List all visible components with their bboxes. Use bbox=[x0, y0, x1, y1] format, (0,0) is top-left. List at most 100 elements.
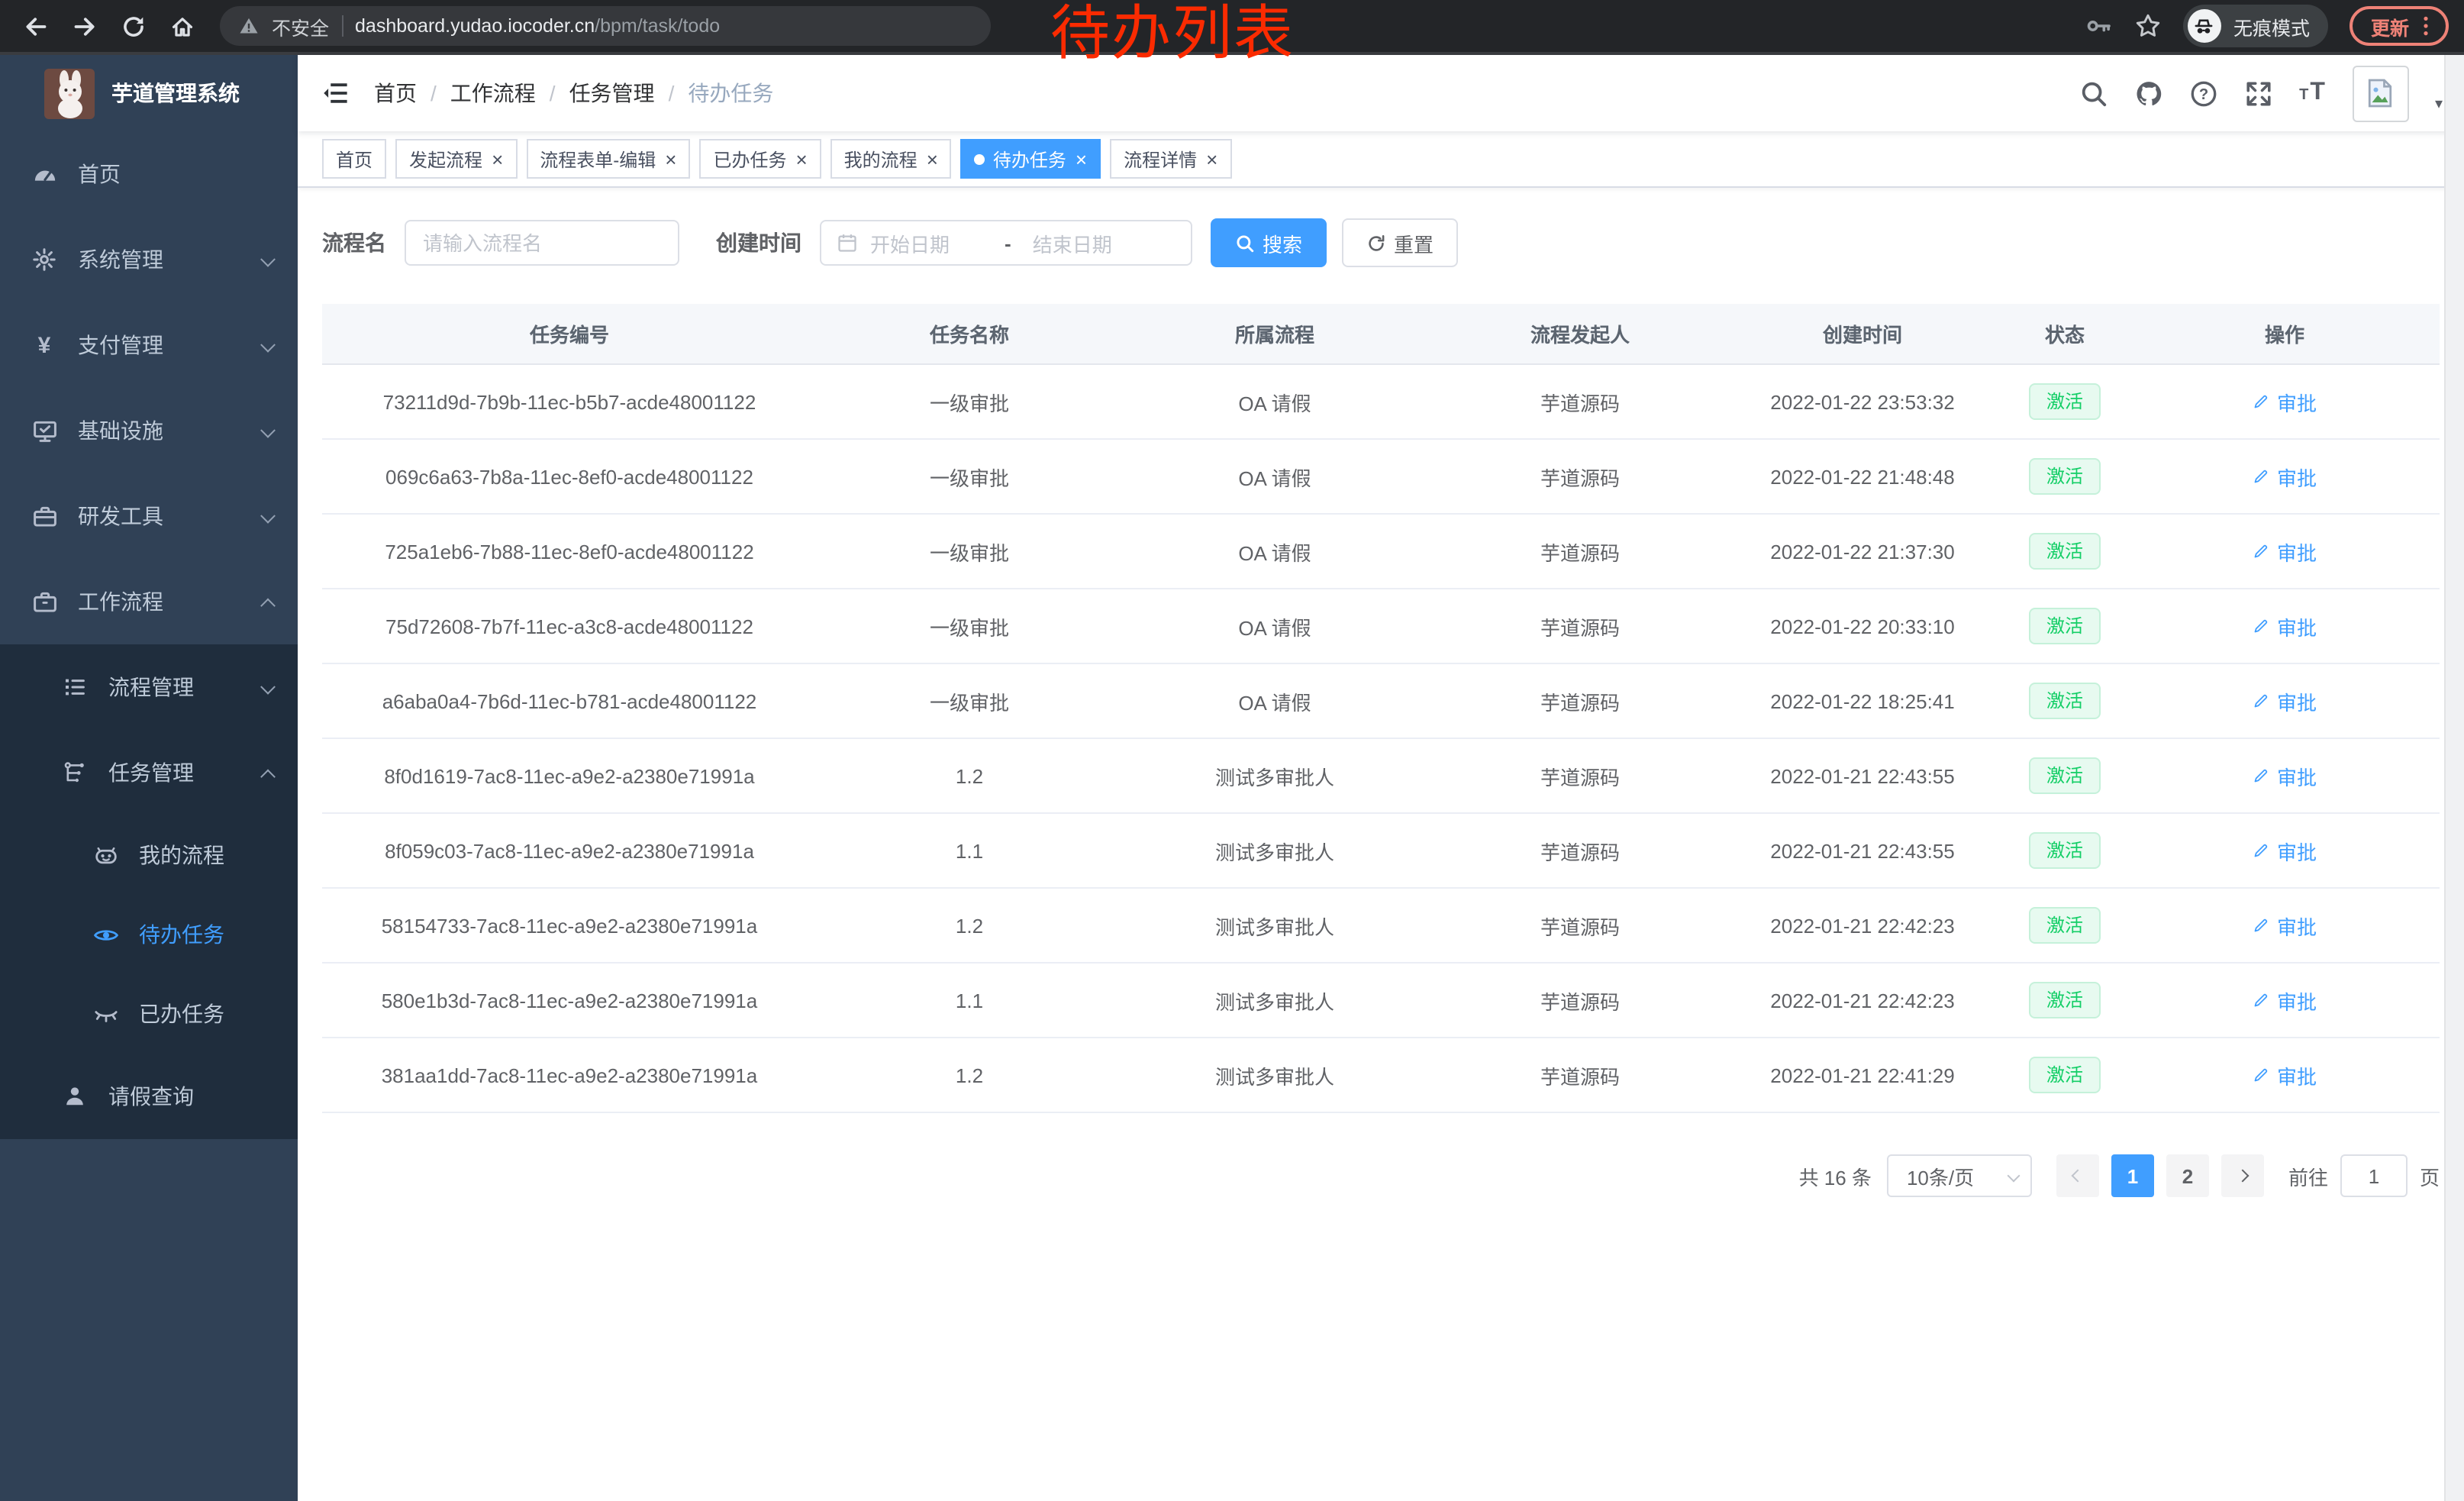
dashboard-gauge-icon bbox=[31, 161, 58, 187]
breadcrumb-item[interactable]: 工作流程 bbox=[450, 78, 536, 108]
sidebar-item-label: 研发工具 bbox=[78, 501, 163, 531]
approve-link[interactable]: 审批 bbox=[2253, 1060, 2317, 1089]
broken-image-icon bbox=[2364, 76, 2398, 110]
close-icon[interactable]: × bbox=[492, 149, 503, 169]
approve-link[interactable]: 审批 bbox=[2253, 761, 2317, 790]
search-icon[interactable] bbox=[2079, 79, 2108, 108]
github-icon[interactable] bbox=[2134, 79, 2163, 108]
back-icon bbox=[22, 13, 48, 39]
cell-action: 审批 bbox=[2137, 911, 2432, 940]
col-created: 创建时间 bbox=[1733, 319, 1992, 348]
edit-pencil-icon bbox=[2253, 467, 2271, 486]
cell-task-id: a6aba0a4-7b6d-11ec-b781-acde48001122 bbox=[322, 689, 817, 712]
close-icon[interactable]: × bbox=[1206, 149, 1217, 169]
search-button[interactable]: 搜索 bbox=[1211, 218, 1327, 267]
range-separator: - bbox=[1005, 231, 1011, 254]
approve-link[interactable]: 审批 bbox=[2253, 986, 2317, 1015]
close-icon[interactable]: × bbox=[665, 149, 676, 169]
address-bar[interactable]: 不安全 dashboard.yudao.iocoder.cn/bpm/task/… bbox=[220, 6, 991, 46]
edit-pencil-icon bbox=[2253, 1066, 2271, 1084]
sidebar-item-todo-tasks[interactable]: 待办任务 bbox=[0, 895, 298, 974]
browser-forward-button[interactable] bbox=[64, 6, 104, 46]
cell-action: 审批 bbox=[2137, 986, 2432, 1015]
sidebar-item-task-management[interactable]: 任务管理 bbox=[0, 730, 298, 815]
bookmark-star-icon[interactable] bbox=[2134, 12, 2162, 40]
url-host: dashboard.yudao.iocoder.cn bbox=[355, 15, 595, 37]
cell-task-name: 1.1 bbox=[817, 989, 1122, 1012]
cell-status: 激活 bbox=[1992, 1057, 2137, 1093]
start-date-placeholder: 开始日期 bbox=[870, 228, 983, 257]
browser-reload-button[interactable] bbox=[113, 6, 153, 46]
text-size-icon[interactable]: TT bbox=[2299, 79, 2327, 107]
breadcrumb-item[interactable]: 任务管理 bbox=[569, 78, 655, 108]
cell-task-id: 73211d9d-7b9b-11ec-b5b7-acde48001122 bbox=[322, 390, 817, 413]
sidebar-item-leave-query[interactable]: 请假查询 bbox=[0, 1054, 298, 1139]
sidebar-item-label: 已办任务 bbox=[139, 999, 224, 1029]
browser-update-button[interactable]: 更新 bbox=[2350, 6, 2449, 46]
cell-created: 2022-01-22 20:33:10 bbox=[1733, 615, 1992, 638]
tab-my-process[interactable]: 我的流程× bbox=[830, 139, 952, 179]
sidebar-item-system[interactable]: 系统管理 bbox=[0, 217, 298, 302]
tab-start-process[interactable]: 发起流程× bbox=[395, 139, 517, 179]
cell-task-name: 1.2 bbox=[817, 764, 1122, 787]
browser-back-button[interactable] bbox=[15, 6, 55, 46]
page-size-select[interactable]: 10条/页 bbox=[1887, 1154, 2032, 1197]
svg-text:?: ? bbox=[2199, 86, 2208, 102]
tab-done-tasks[interactable]: 已办任务× bbox=[699, 139, 821, 179]
next-page-button[interactable] bbox=[2221, 1154, 2264, 1197]
avatar-caret-icon[interactable]: ▾ bbox=[2435, 95, 2443, 112]
approve-link[interactable]: 审批 bbox=[2253, 387, 2317, 416]
approve-link[interactable]: 审批 bbox=[2253, 462, 2317, 491]
password-key-icon[interactable] bbox=[2085, 12, 2113, 40]
date-range-picker[interactable]: 开始日期 - 结束日期 bbox=[820, 220, 1192, 266]
breadcrumb-separator: / bbox=[431, 81, 437, 105]
sidebar-item-devtools[interactable]: 研发工具 bbox=[0, 473, 298, 559]
approve-link[interactable]: 审批 bbox=[2253, 836, 2317, 865]
table-row: 069c6a63-7b8a-11ec-8ef0-acde48001122 一级审… bbox=[322, 440, 2440, 515]
sidebar-item-process-management[interactable]: 流程管理 bbox=[0, 644, 298, 730]
cell-status: 激活 bbox=[1992, 608, 2137, 644]
hamburger-fold-icon bbox=[322, 79, 350, 107]
browser-home-button[interactable] bbox=[162, 6, 202, 46]
sidebar-item-workflow[interactable]: 工作流程 bbox=[0, 559, 298, 644]
help-icon[interactable]: ? bbox=[2189, 79, 2218, 108]
sidebar-item-payment[interactable]: ¥ 支付管理 bbox=[0, 302, 298, 388]
approve-link[interactable]: 审批 bbox=[2253, 686, 2317, 715]
table-body: 73211d9d-7b9b-11ec-b5b7-acde48001122 一级审… bbox=[322, 365, 2440, 1113]
sidebar-logo-row[interactable]: 芋道管理系统 bbox=[0, 55, 298, 131]
browser-menu-dots-icon[interactable] bbox=[2414, 14, 2438, 38]
process-name-input[interactable] bbox=[405, 220, 679, 266]
goto-page: 前往 页 bbox=[2288, 1154, 2440, 1197]
goto-page-input[interactable] bbox=[2340, 1154, 2408, 1197]
reset-button[interactable]: 重置 bbox=[1342, 218, 1458, 267]
page-button-2[interactable]: 2 bbox=[2166, 1154, 2209, 1197]
tab-form-edit[interactable]: 流程表单-编辑× bbox=[526, 139, 690, 179]
sidebar-item-home[interactable]: 首页 bbox=[0, 131, 298, 217]
breadcrumb-item[interactable]: 首页 bbox=[374, 78, 417, 108]
page-button-1[interactable]: 1 bbox=[2111, 1154, 2154, 1197]
approve-link[interactable]: 审批 bbox=[2253, 537, 2317, 566]
main-area: 首页 / 工作流程 / 任务管理 / 待办任务 ? bbox=[298, 55, 2464, 1501]
pager: 1 2 bbox=[2056, 1154, 2264, 1197]
fullscreen-icon[interactable] bbox=[2244, 79, 2273, 108]
incognito-badge[interactable]: 无痕模式 bbox=[2183, 5, 2328, 47]
window-scrollbar[interactable] bbox=[2444, 55, 2464, 1501]
close-icon[interactable]: × bbox=[1076, 149, 1087, 169]
sidebar-item-my-process[interactable]: 我的流程 bbox=[0, 815, 298, 895]
tab-todo-tasks[interactable]: 待办任务× bbox=[961, 139, 1101, 179]
sidebar-item-done-tasks[interactable]: 已办任务 bbox=[0, 974, 298, 1054]
sidebar-item-infrastructure[interactable]: 基础设施 bbox=[0, 388, 298, 473]
avatar[interactable] bbox=[2353, 65, 2409, 121]
tab-process-detail[interactable]: 流程详情× bbox=[1110, 139, 1231, 179]
approve-link[interactable]: 审批 bbox=[2253, 612, 2317, 641]
sidebar-item-label: 任务管理 bbox=[108, 757, 194, 788]
chevron-down-icon bbox=[2007, 1170, 2020, 1183]
close-icon[interactable]: × bbox=[795, 149, 807, 169]
reload-icon bbox=[120, 13, 146, 39]
approve-link[interactable]: 审批 bbox=[2253, 911, 2317, 940]
close-icon[interactable]: × bbox=[927, 149, 938, 169]
sidebar-collapse-button[interactable] bbox=[298, 55, 374, 131]
table-header-row: 任务编号 任务名称 所属流程 流程发起人 创建时间 状态 操作 bbox=[322, 304, 2440, 365]
tab-home[interactable]: 首页 bbox=[322, 139, 386, 179]
prev-page-button[interactable] bbox=[2056, 1154, 2099, 1197]
